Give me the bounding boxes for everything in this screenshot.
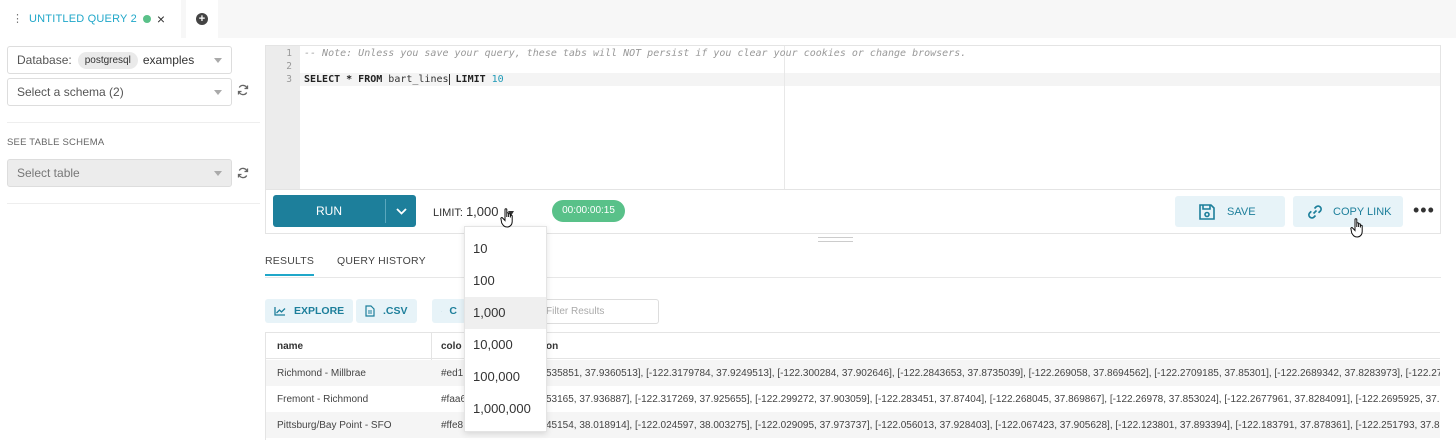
table-row[interactable]: Pittsburg/Bay Point - SFO #ffe8 45154, 3… xyxy=(266,412,1440,438)
line-number: 3 xyxy=(286,74,292,85)
sql-table-name: bart_lines xyxy=(382,74,449,85)
save-button[interactable]: SAVE xyxy=(1175,196,1285,227)
drag-handle-icon[interactable]: ⋮ xyxy=(12,13,23,25)
link-icon xyxy=(1305,202,1325,222)
column-header-name[interactable]: name xyxy=(277,341,303,352)
limit-option-100[interactable]: 100 xyxy=(465,265,546,297)
cell-path: 535851, 37.9360513], [-122.3179784, 37.9… xyxy=(546,368,1440,379)
divider xyxy=(7,122,260,123)
limit-option-10000[interactable]: 10,000 xyxy=(465,329,546,361)
database-engine-badge: postgresql xyxy=(77,51,138,69)
limit-option-1000000[interactable]: 1,000,000 xyxy=(465,393,546,425)
run-button[interactable]: RUN xyxy=(273,195,416,227)
copy-link-button[interactable]: COPY LINK xyxy=(1293,196,1403,227)
results-tabs: RESULTS QUERY HISTORY xyxy=(265,250,1441,278)
limit-option-100000[interactable]: 100,000 xyxy=(465,361,546,393)
line-number: 1 xyxy=(286,48,292,59)
chevron-down-icon xyxy=(214,171,222,176)
unsaved-status-dot xyxy=(142,15,151,23)
table-select[interactable]: Select table xyxy=(7,159,232,187)
csv-button[interactable]: .CSV xyxy=(356,299,417,323)
refresh-schema-icon[interactable] xyxy=(237,83,249,99)
run-options-dropdown[interactable] xyxy=(386,204,416,218)
divider xyxy=(7,203,260,204)
database-name: examples xyxy=(142,53,195,67)
add-tab-button[interactable]: + xyxy=(186,0,218,38)
run-label: RUN xyxy=(316,204,342,218)
cell-color: #ed1 xyxy=(441,368,464,379)
chevron-down-icon xyxy=(214,58,222,63)
table-header: name colo on xyxy=(266,332,1440,360)
cell-path: 45154, 38.018914], [-122.024597, 38.0032… xyxy=(546,420,1440,431)
hand-cursor-icon xyxy=(1350,218,1363,238)
csv-label: .CSV xyxy=(383,305,408,317)
schema-placeholder: Select a schema (2) xyxy=(17,85,124,99)
explore-label: EXPLORE xyxy=(294,305,345,317)
results-table: name colo on Richmond - Millbrae #ed1 53… xyxy=(265,332,1440,440)
column-divider xyxy=(431,333,432,360)
chevron-down-icon xyxy=(214,90,222,95)
cell-name: Pittsburg/Bay Point - SFO xyxy=(277,420,392,431)
table-row[interactable]: Richmond - Millbrae #ed1 535851, 37.9360… xyxy=(266,360,1440,386)
file-icon xyxy=(365,305,375,317)
save-label: SAVE xyxy=(1227,205,1256,218)
cell-path: 53165, 37.936887], [-122.317269, 37.9256… xyxy=(546,394,1440,405)
limit-option-10[interactable]: 10 xyxy=(465,233,546,265)
copy-label: C xyxy=(449,305,457,317)
cell-name: Fremont - Richmond xyxy=(277,394,369,405)
refresh-table-icon[interactable] xyxy=(237,166,249,182)
table-placeholder: Select table xyxy=(17,166,80,180)
table-row[interactable]: Fremont - Richmond #faa6 53165, 37.93688… xyxy=(266,386,1440,412)
limit-value: 1,000 xyxy=(465,204,499,219)
query-tab-title: UNTITLED QUERY 2 xyxy=(29,13,137,25)
copy-link-label: COPY LINK xyxy=(1333,205,1392,218)
explore-button[interactable]: EXPLORE xyxy=(265,299,354,323)
sql-number: 10 xyxy=(485,74,504,85)
sql-keyword: LIMIT xyxy=(448,74,486,85)
chevron-down-icon xyxy=(395,208,407,215)
tab-query-history[interactable]: QUERY HISTORY xyxy=(337,255,426,267)
line-number: 2 xyxy=(286,61,292,72)
print-margin xyxy=(784,46,785,189)
cell-name: Richmond - Millbrae xyxy=(277,368,366,379)
plus-circle-icon: + xyxy=(196,13,208,25)
hand-cursor-icon xyxy=(500,208,513,228)
filter-results-input[interactable]: Filter Results xyxy=(536,299,659,324)
cell-color: #faa6 xyxy=(441,394,467,405)
sql-editor[interactable]: 1 2 3 -- Note: Unless you save your quer… xyxy=(265,45,1441,190)
tab-results[interactable]: RESULTS xyxy=(265,255,315,276)
query-tab-bar: ⋮ UNTITLED QUERY 2 × + xyxy=(0,0,1456,38)
limit-options-menu: 10 100 1,000 10,000 100,000 1,000,000 xyxy=(464,226,547,432)
sql-lab-sidebar: Database: postgresql examples Select a s… xyxy=(0,38,260,440)
column-header-path[interactable]: on xyxy=(546,341,558,352)
database-select[interactable]: Database: postgresql examples xyxy=(7,46,232,74)
sql-keyword: SELECT * FROM xyxy=(304,74,383,85)
database-label: Database: xyxy=(17,53,72,67)
limit-option-1000[interactable]: 1,000 xyxy=(465,297,546,329)
limit-label: LIMIT: xyxy=(433,207,463,219)
close-tab-icon[interactable]: × xyxy=(157,11,165,27)
column-header-color[interactable]: colo xyxy=(441,341,462,352)
cell-color: #ffe8 xyxy=(441,420,464,431)
query-toolbar: RUN LIMIT: 1,000 00:00:00:15 SAVE COPY LI… xyxy=(265,190,1441,234)
table-schema-heading: SEE TABLE SCHEMA xyxy=(7,137,105,148)
resize-handle[interactable] xyxy=(818,237,853,242)
copy-to-clipboard-button[interactable]: C xyxy=(432,299,466,323)
more-options-icon[interactable]: ••• xyxy=(1413,201,1435,219)
schema-select[interactable]: Select a schema (2) xyxy=(7,78,232,106)
line-chart-icon xyxy=(274,307,286,316)
query-timer: 00:00:00:15 xyxy=(552,200,625,222)
code-line-query: SELECT * FROM bart_lines LIMIT 10 xyxy=(304,74,504,85)
query-tab-active[interactable]: ⋮ UNTITLED QUERY 2 × xyxy=(0,0,181,38)
save-icon xyxy=(1197,202,1217,222)
code-line-comment: -- Note: Unless you save your query, the… xyxy=(304,48,967,59)
